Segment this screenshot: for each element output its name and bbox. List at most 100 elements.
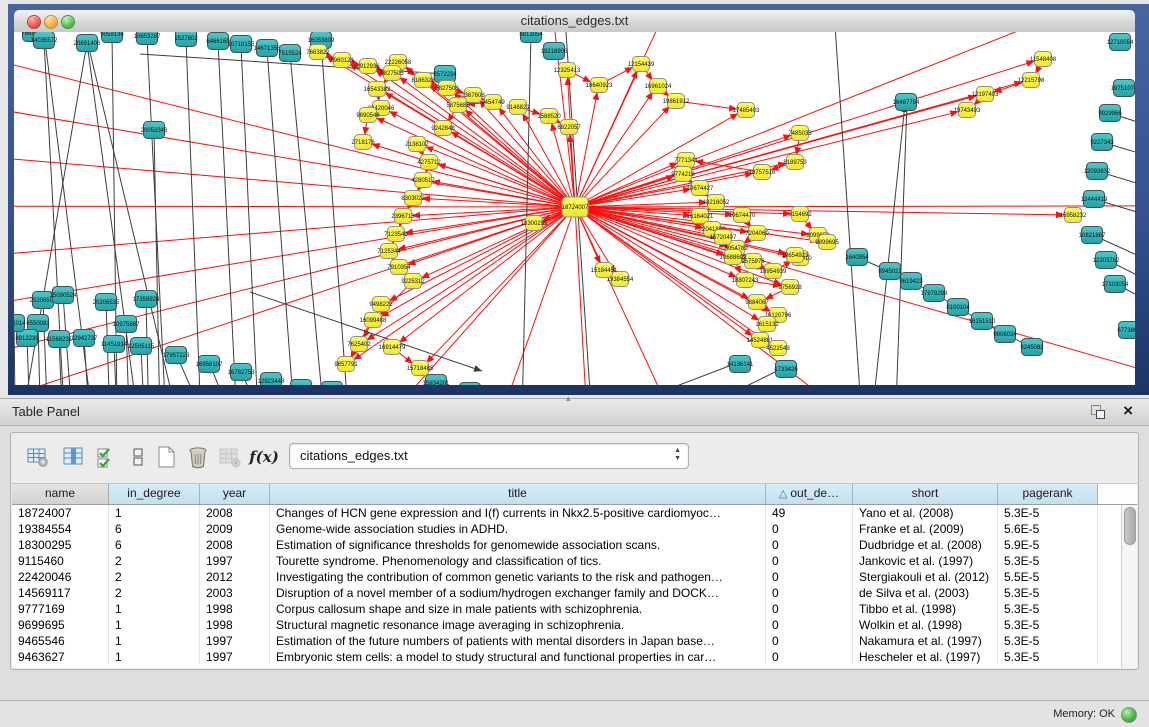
graph-node[interactable]: 12203762 xyxy=(1093,252,1120,269)
graph-node[interactable]: 15834201 xyxy=(423,375,450,386)
table-cell[interactable]: 18724007 xyxy=(12,505,109,521)
table-cell[interactable]: de Silva et al. (2003) xyxy=(853,585,998,601)
table-cell[interactable]: Corpus callosum shape and size in male p… xyxy=(270,601,766,617)
column-header-title[interactable]: title xyxy=(270,484,766,504)
graph-node[interactable]: 8822057 xyxy=(557,120,581,135)
graph-node[interactable]: 9059136 xyxy=(100,32,124,43)
scrollbar-thumb[interactable] xyxy=(1124,507,1136,545)
table-cell[interactable]: 19384554 xyxy=(12,521,109,537)
table-select-combobox[interactable]: citations_edges.txt ▲▼ xyxy=(289,443,689,469)
graph-node[interactable]: 6773800 xyxy=(1117,322,1135,339)
trash-icon[interactable] xyxy=(183,441,213,473)
graph-node[interactable]: 17979299 xyxy=(921,285,948,302)
table-row[interactable]: 946554611997Estimation of the future num… xyxy=(12,633,1137,649)
graph-node[interactable]: 9498222 xyxy=(369,297,393,312)
panel-resize-grip-icon[interactable]: ▴ xyxy=(566,393,571,404)
table-cell[interactable]: 2 xyxy=(109,585,200,601)
graph-node[interactable]: 16099488 xyxy=(360,313,387,328)
table-cell[interactable]: Investigating the contribution of common… xyxy=(270,569,766,585)
table-cell[interactable]: 1997 xyxy=(200,649,270,665)
table-cell[interactable]: Franke et al. (2009) xyxy=(853,521,998,537)
graph-node[interactable]: 10821867 xyxy=(1079,227,1106,244)
table-cell[interactable]: 5.3E-5 xyxy=(998,505,1098,521)
graph-node[interactable]: 16958107 xyxy=(196,356,223,373)
graph-node[interactable]: 16782753 xyxy=(228,364,255,381)
graph-node[interactable]: 20206535 xyxy=(93,294,120,311)
table-cell[interactable]: 5.3E-5 xyxy=(998,553,1098,569)
vertical-scrollbar[interactable] xyxy=(1121,505,1137,668)
graph-node[interactable]: 17359924 xyxy=(133,291,160,308)
table-row[interactable]: 946362711997Embryonic stem cells: a mode… xyxy=(12,649,1137,665)
graph-node[interactable]: 13216052 xyxy=(703,195,730,210)
table-cell[interactable]: 0 xyxy=(766,585,853,601)
column-header-name[interactable]: name xyxy=(12,484,109,504)
graph-node[interactable]: 9154692 xyxy=(788,207,812,222)
graph-node[interactable]: 9505135 xyxy=(320,382,344,386)
graph-node[interactable]: 12505115 xyxy=(128,338,155,355)
graph-node[interactable]: 9227343 xyxy=(1090,134,1114,151)
new-document-icon[interactable] xyxy=(151,441,181,473)
table-cell[interactable]: Embryonic stem cells: a model to study s… xyxy=(270,649,766,665)
graph-node[interactable]: 6044155 xyxy=(289,380,313,386)
table-cell[interactable]: Tourette syndrome. Phenomenology and cla… xyxy=(270,553,766,569)
graph-node[interactable]: 4522549 xyxy=(766,341,790,356)
graph-node[interactable]: 7123540 xyxy=(384,227,408,242)
column-header-pagerank[interactable]: pagerank xyxy=(998,484,1098,504)
graph-node[interactable]: 8454749 xyxy=(481,95,505,110)
graph-node[interactable]: 12197403 xyxy=(972,87,999,102)
graph-node[interactable]: 16961024 xyxy=(645,79,672,94)
table-cell[interactable]: 5.5E-5 xyxy=(998,569,1098,585)
table-cell[interactable]: 1 xyxy=(109,617,200,633)
table-cell[interactable]: 9115460 xyxy=(12,553,109,569)
graph-node[interactable]: 7204060 xyxy=(745,226,769,241)
table-cell[interactable]: 0 xyxy=(766,649,853,665)
table-cell[interactable]: 5.3E-5 xyxy=(998,649,1098,665)
table-cell[interactable]: 1 xyxy=(109,505,200,521)
graph-node[interactable]: 16151510 xyxy=(969,313,996,330)
table-cell[interactable]: 5.3E-5 xyxy=(998,633,1098,649)
graph-node[interactable]: 17485403 xyxy=(733,103,760,118)
table-row[interactable]: 2242004622012Investigating the contribut… xyxy=(12,569,1137,585)
column-header-year[interactable]: year xyxy=(200,484,270,504)
table-cell[interactable]: 0 xyxy=(766,521,853,537)
graph-node[interactable]: 17103054 xyxy=(1102,276,1129,293)
graph-node[interactable]: 19743493 xyxy=(954,103,981,118)
table-cell[interactable]: 6 xyxy=(109,521,200,537)
table-cell[interactable]: 5.3E-5 xyxy=(998,585,1098,601)
graph-node[interactable]: 1733426 xyxy=(774,361,798,378)
graph-node[interactable]: 16487794 xyxy=(893,94,920,111)
table-cell[interactable]: Nakamura et al. (1997) xyxy=(853,633,998,649)
graph-node[interactable]: 8303022 xyxy=(401,191,425,206)
graph-node[interactable]: 11548408 xyxy=(1030,52,1057,67)
table-settings-icon[interactable] xyxy=(23,441,53,473)
table-cell[interactable]: 0 xyxy=(766,553,853,569)
graph-node[interactable]: 11568231 xyxy=(46,331,73,348)
table-row[interactable]: 1830029562008Estimation of significance … xyxy=(12,537,1137,553)
graph-node[interactable]: 7910354 xyxy=(387,260,411,275)
close-panel-icon[interactable]: × xyxy=(1123,401,1133,421)
network-graph-canvas[interactable]: 7668771140355722069140690591361065328715… xyxy=(14,32,1135,385)
table-cell[interactable]: Estimation of significance thresholds fo… xyxy=(270,537,766,553)
table-cell[interactable]: 9465546 xyxy=(12,633,109,649)
table-cell[interactable]: 49 xyxy=(766,505,853,521)
table-cell[interactable]: 1997 xyxy=(200,633,270,649)
graph-node[interactable]: 4275712 xyxy=(417,155,441,170)
table-cell[interactable]: Genome-wide association studies in ADHD. xyxy=(270,521,766,537)
table-cell[interactable]: 0 xyxy=(766,601,853,617)
graph-node[interactable]: 8572234 xyxy=(433,66,457,83)
citation-network-graph[interactable]: 7668771140355722069140690591361065328715… xyxy=(14,32,1135,385)
row-height-icon[interactable] xyxy=(123,441,153,473)
graph-node[interactable]: 9225312 xyxy=(401,274,425,289)
select-checkbox-icon[interactable] xyxy=(92,441,122,473)
graph-node[interactable]: 8186328 xyxy=(411,73,435,88)
graph-node[interactable]: 2396713 xyxy=(391,209,415,224)
table-cell[interactable]: 2003 xyxy=(200,585,270,601)
table-cell[interactable]: 9777169 xyxy=(12,601,109,617)
table-cell[interactable]: 1998 xyxy=(200,601,270,617)
table-cell[interactable]: 0 xyxy=(766,569,853,585)
graph-node[interactable]: 2718176 xyxy=(351,135,375,150)
graph-node[interactable]: 6550081 xyxy=(26,315,50,332)
table-cell[interactable]: 5.3E-5 xyxy=(998,601,1098,617)
table-row[interactable]: 1938455462009Genome-wide association stu… xyxy=(12,521,1137,537)
table-cell[interactable]: Wolkin et al. (1998) xyxy=(853,617,998,633)
